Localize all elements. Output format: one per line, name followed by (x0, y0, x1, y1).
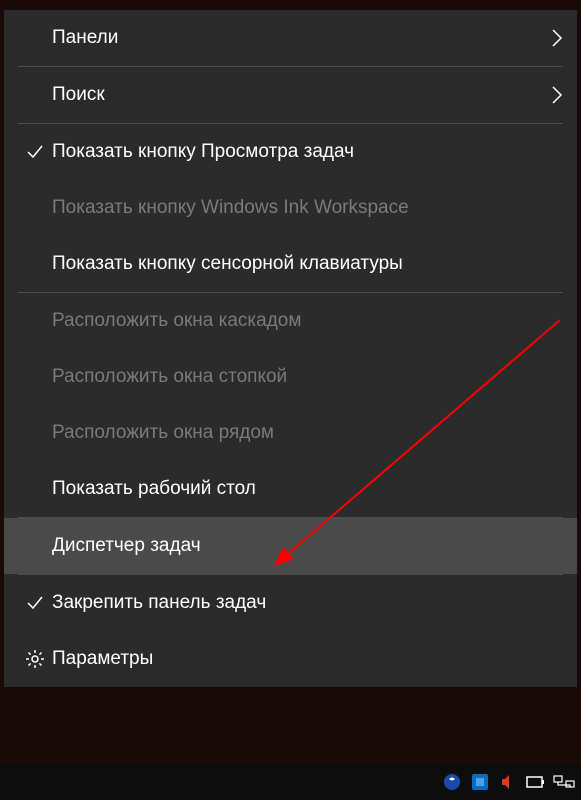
menu-label: Закрепить панель задач (52, 592, 563, 614)
menu-item-show-desktop[interactable]: Показать рабочий стол (4, 461, 577, 517)
gear-icon (18, 649, 52, 669)
check-icon (18, 593, 52, 613)
menu-label: Расположить окна каскадом (52, 310, 563, 332)
taskbar-context-menu: Панели Поиск Показать кнопку Просмотра з… (4, 10, 577, 687)
menu-label: Диспетчер задач (52, 535, 563, 557)
tray-network-icon[interactable] (553, 771, 575, 793)
menu-item-settings[interactable]: Параметры (4, 631, 577, 687)
menu-label: Поиск (52, 84, 539, 106)
menu-label: Расположить окна рядом (52, 422, 563, 444)
menu-label: Панели (52, 27, 539, 49)
menu-item-side-by-side[interactable]: Расположить окна рядом (4, 405, 577, 461)
menu-label: Параметры (52, 648, 563, 670)
menu-item-panels[interactable]: Панели (4, 10, 577, 66)
chevron-right-icon (539, 28, 563, 48)
tray-intel-icon[interactable] (469, 771, 491, 793)
menu-item-cascade[interactable]: Расположить окна каскадом (4, 293, 577, 349)
menu-item-show-task-view[interactable]: Показать кнопку Просмотра задач (4, 124, 577, 180)
menu-item-task-manager[interactable]: Диспетчер задач (4, 518, 577, 574)
tray-app-icon[interactable] (441, 771, 463, 793)
check-icon (18, 142, 52, 162)
chevron-right-icon (539, 85, 563, 105)
menu-label: Показать кнопку Просмотра задач (52, 141, 563, 163)
menu-label: Показать кнопку Windows Ink Workspace (52, 197, 563, 219)
menu-item-search[interactable]: Поиск (4, 67, 577, 123)
menu-item-lock-taskbar[interactable]: Закрепить панель задач (4, 575, 577, 631)
tray-volume-icon[interactable] (497, 771, 519, 793)
menu-item-stack[interactable]: Расположить окна стопкой (4, 349, 577, 405)
menu-label: Показать рабочий стол (52, 478, 563, 500)
menu-item-touch-keyboard[interactable]: Показать кнопку сенсорной клавиатуры (4, 236, 577, 292)
menu-label: Расположить окна стопкой (52, 366, 563, 388)
menu-item-windows-ink[interactable]: Показать кнопку Windows Ink Workspace (4, 180, 577, 236)
tray-battery-icon[interactable] (525, 771, 547, 793)
taskbar (0, 764, 581, 800)
menu-label: Показать кнопку сенсорной клавиатуры (52, 253, 563, 275)
